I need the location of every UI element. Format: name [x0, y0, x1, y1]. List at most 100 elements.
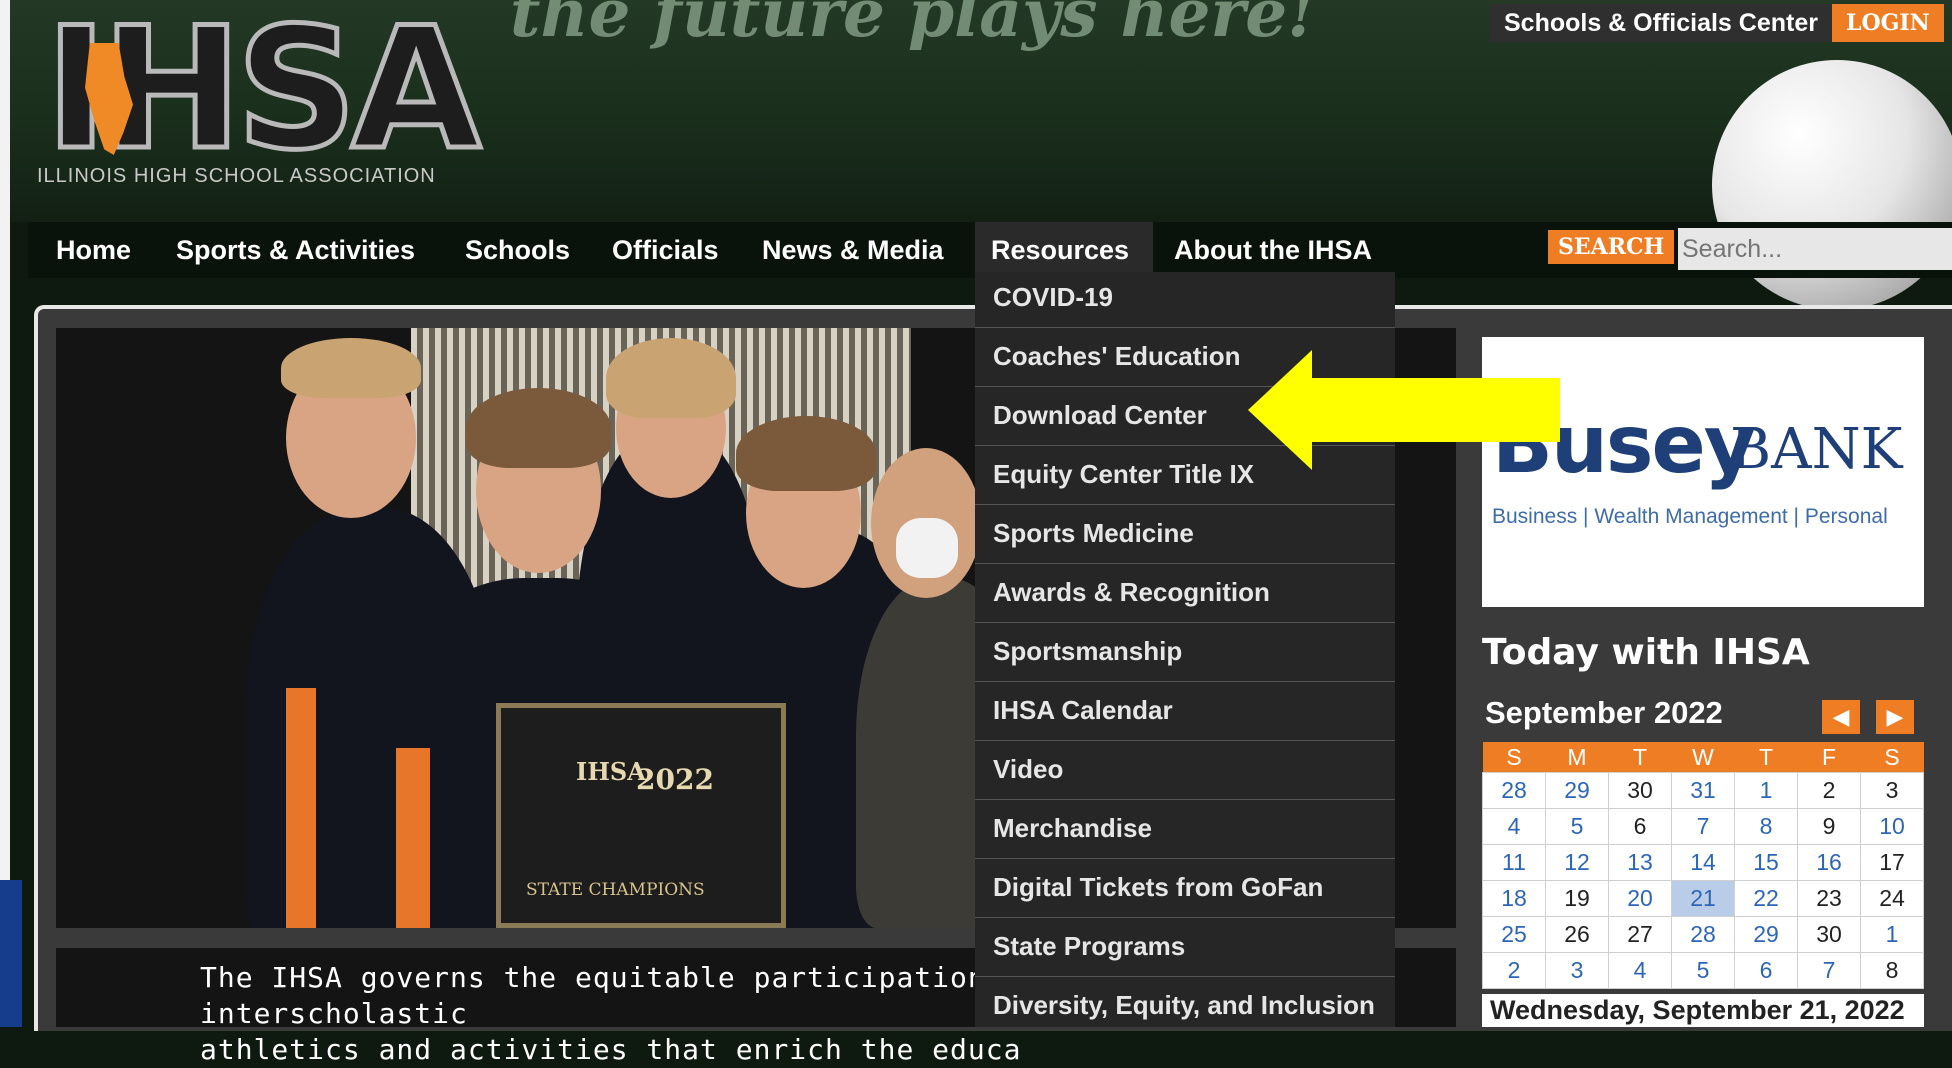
arrow-shape [1248, 350, 1560, 470]
calendar-day[interactable]: 7 [1671, 808, 1735, 845]
search-input[interactable] [1678, 228, 1952, 270]
photo-hair [466, 388, 611, 468]
weekday-tue: T [1608, 742, 1672, 773]
weekday-sun: S [1482, 742, 1546, 773]
calendar-week: 18 19 20 21 22 23 24 [1482, 880, 1924, 917]
photo-hair [606, 338, 736, 418]
calendar-day: 30 [1797, 916, 1861, 953]
plaque-footer: STATE CHAMPIONS [526, 880, 705, 900]
nav-about-ihsa[interactable]: About the IHSA [1174, 222, 1372, 278]
calendar-day[interactable]: 1 [1860, 916, 1924, 953]
calendar-day[interactable]: 18 [1482, 880, 1546, 917]
calendar-day: 9 [1797, 808, 1861, 845]
photo-hair [281, 338, 421, 398]
calendar-day[interactable]: 3 [1545, 952, 1609, 989]
calendar-day-today[interactable]: 21 [1671, 880, 1735, 917]
calendar-day[interactable]: 4 [1482, 808, 1546, 845]
calendar-day[interactable]: 16 [1797, 844, 1861, 881]
plaque-letters: IHSA [576, 758, 646, 786]
weekday-thu: T [1734, 742, 1798, 773]
calendar-day: 17 [1860, 844, 1924, 881]
calendar-day[interactable]: 2 [1482, 952, 1546, 989]
search-button[interactable]: SEARCH [1548, 230, 1675, 264]
calendar-day: 23 [1797, 880, 1861, 917]
menu-item-covid-19[interactable]: COVID-19 [975, 272, 1395, 324]
menu-item-diversity-equity-inclusion[interactable]: Diversity, Equity, and Inclusion [975, 976, 1395, 1035]
menu-item-merchandise[interactable]: Merchandise [975, 799, 1395, 858]
calendar-weekday-row: S M T W T F S [1482, 742, 1924, 773]
mission-line-2: athletics and activities that enrich the… [200, 1033, 1022, 1066]
calendar-day[interactable]: 22 [1734, 880, 1798, 917]
nav-sports-activities[interactable]: Sports & Activities [176, 222, 415, 278]
calendar-day[interactable]: 31 [1671, 772, 1735, 809]
today-with-ihsa-title: Today with IHSA [1482, 632, 1810, 673]
calendar-day: 8 [1860, 952, 1924, 989]
calendar-day[interactable]: 29 [1545, 772, 1609, 809]
calendar-prev-icon[interactable]: ◀ [1822, 700, 1860, 734]
calendar-day[interactable]: 5 [1545, 808, 1609, 845]
nav-news-media[interactable]: News & Media [762, 222, 944, 278]
weekday-fri: F [1797, 742, 1861, 773]
menu-item-sports-medicine[interactable]: Sports Medicine [975, 504, 1395, 563]
calendar-day[interactable]: 10 [1860, 808, 1924, 845]
calendar-week: 25 26 27 28 29 30 1 [1482, 916, 1924, 953]
nav-resources[interactable]: Resources [991, 222, 1129, 278]
login-button[interactable]: LOGIN [1831, 4, 1944, 42]
calendar-day: 6 [1608, 808, 1672, 845]
calendar-day: 24 [1860, 880, 1924, 917]
calendar-day: 26 [1545, 916, 1609, 953]
plaque-year: 2022 [636, 763, 714, 796]
weekday-mon: M [1545, 742, 1609, 773]
calendar-day[interactable]: 13 [1608, 844, 1672, 881]
calendar-day[interactable]: 28 [1482, 772, 1546, 809]
calendar-day[interactable]: 6 [1734, 952, 1798, 989]
header-tagline: the future plays here! [510, 0, 1317, 52]
weekday-wed: W [1671, 742, 1735, 773]
calendar-month: September 2022 [1485, 695, 1723, 730]
menu-item-state-programs[interactable]: State Programs [975, 917, 1395, 976]
menu-item-awards-recognition[interactable]: Awards & Recognition [975, 563, 1395, 622]
calendar-day[interactable]: 4 [1608, 952, 1672, 989]
nav-home[interactable]: Home [56, 222, 131, 278]
calendar-day[interactable]: 28 [1671, 916, 1735, 953]
weekday-sat: S [1860, 742, 1924, 773]
menu-item-ihsa-calendar[interactable]: IHSA Calendar [975, 681, 1395, 740]
ad-tagline: Business | Wealth Management | Personal [1492, 505, 1888, 528]
logo-subtitle: ILLINOIS HIGH SCHOOL ASSOCIATION [37, 165, 436, 187]
calendar-day[interactable]: 29 [1734, 916, 1798, 953]
calendar-day[interactable]: 15 [1734, 844, 1798, 881]
calendar-day[interactable]: 14 [1671, 844, 1735, 881]
calendar-day[interactable]: 25 [1482, 916, 1546, 953]
calendar-day: 19 [1545, 880, 1609, 917]
menu-item-sportsmanship[interactable]: Sportsmanship [975, 622, 1395, 681]
calendar-day[interactable]: 12 [1545, 844, 1609, 881]
photo-face-mask [896, 518, 958, 578]
calendar-day[interactable]: 5 [1671, 952, 1735, 989]
photo-hair [736, 416, 876, 491]
photo-jersey-stripe [396, 748, 430, 928]
calendar-week: 2 3 4 5 6 7 8 [1482, 952, 1924, 989]
calendar-day[interactable]: 7 [1797, 952, 1861, 989]
schools-officials-center-link[interactable]: Schools & Officials Center [1490, 4, 1832, 42]
menu-item-digital-tickets-gofan[interactable]: Digital Tickets from GoFan [975, 858, 1395, 917]
calendar-day[interactable]: 20 [1608, 880, 1672, 917]
calendar-day: 2 [1797, 772, 1861, 809]
calendar-day: 30 [1608, 772, 1672, 809]
yellow-arrow-icon [1248, 350, 1560, 470]
nav-schools[interactable]: Schools [465, 222, 570, 278]
calendar-week: 4 5 6 7 8 9 10 [1482, 808, 1924, 845]
calendar-week: 11 12 13 14 15 16 17 [1482, 844, 1924, 881]
calendar-day[interactable]: 11 [1482, 844, 1546, 881]
ihsa-logo[interactable]: IHSA ILLINOIS HIGH SCHOOL ASSOCIATION [35, 3, 484, 190]
ad-bank-word: BANK [1730, 417, 1903, 482]
calendar-day[interactable]: 8 [1734, 808, 1798, 845]
photo-jersey-stripe [286, 688, 316, 928]
schools-officials-bar: Schools & Officials Center LOGIN [1490, 4, 1944, 42]
calendar-next-icon[interactable]: ▶ [1876, 700, 1914, 734]
calendar-day: 3 [1860, 772, 1924, 809]
calendar-week: 28 29 30 31 1 2 3 [1482, 772, 1924, 809]
page-left-accent [0, 880, 22, 1027]
menu-item-video[interactable]: Video [975, 740, 1395, 799]
nav-officials[interactable]: Officials [612, 222, 719, 278]
calendar-day[interactable]: 1 [1734, 772, 1798, 809]
